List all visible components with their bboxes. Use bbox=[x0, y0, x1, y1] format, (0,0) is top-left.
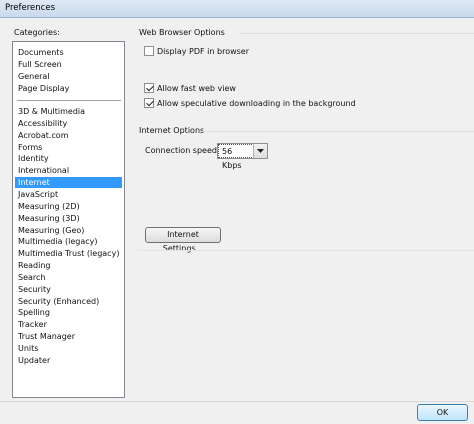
footer-divider bbox=[0, 401, 474, 402]
category-item[interactable]: Spelling bbox=[15, 307, 122, 318]
categories-separator bbox=[17, 100, 121, 101]
fast-web-view-checkbox[interactable] bbox=[144, 83, 154, 93]
speculative-download-option[interactable]: Allow speculative downloading in the bac… bbox=[144, 98, 356, 108]
category-item[interactable]: Search bbox=[15, 272, 122, 283]
fast-web-view-option[interactable]: Allow fast web view bbox=[144, 83, 236, 93]
speculative-download-checkbox[interactable] bbox=[144, 98, 154, 108]
internet-options-divider bbox=[201, 131, 474, 132]
connection-speed-select[interactable]: 56 Kbps bbox=[217, 143, 268, 170]
web-browser-options-divider bbox=[240, 33, 474, 34]
display-pdf-in-browser-option[interactable]: Display PDF in browser bbox=[144, 46, 249, 56]
category-item[interactable]: Updater bbox=[15, 355, 122, 366]
ok-button[interactable]: OK bbox=[417, 404, 468, 421]
category-item[interactable]: JavaScript bbox=[15, 189, 122, 200]
category-item[interactable]: Documents bbox=[15, 47, 122, 58]
category-item[interactable]: Measuring (2D) bbox=[15, 201, 122, 212]
category-item[interactable]: Security bbox=[15, 284, 122, 295]
connection-speed-label: Connection speed: bbox=[145, 146, 220, 155]
category-item[interactable]: Security (Enhanced) bbox=[15, 296, 122, 307]
display-pdf-label: Display PDF in browser bbox=[157, 46, 250, 56]
category-item-selected[interactable]: Internet bbox=[15, 177, 122, 189]
category-item[interactable]: International bbox=[15, 165, 122, 176]
speculative-download-label: Allow speculative downloading in the bac… bbox=[157, 98, 356, 108]
title-bar[interactable]: Preferences bbox=[0, 0, 474, 18]
category-item[interactable]: Measuring (3D) bbox=[15, 213, 122, 224]
options-panel-bottom-border bbox=[138, 250, 474, 251]
category-item[interactable]: Accessibility bbox=[15, 118, 122, 129]
category-item[interactable]: Forms bbox=[15, 142, 122, 153]
category-item[interactable]: 3D & Multimedia bbox=[15, 106, 122, 117]
internet-settings-button[interactable]: Internet Settings... bbox=[145, 227, 221, 253]
category-item[interactable]: Tracker bbox=[15, 319, 122, 330]
categories-list[interactable]: Documents Full Screen General Page Display 3… bbox=[12, 41, 125, 398]
web-browser-options-title: Web Browser Options bbox=[139, 28, 225, 37]
internet-options-title: Internet Options bbox=[139, 126, 205, 135]
category-item[interactable]: Page Display bbox=[15, 83, 122, 94]
category-item[interactable]: Identity bbox=[15, 153, 122, 164]
category-item[interactable]: Acrobat.com bbox=[15, 130, 122, 141]
dropdown-arrow-button[interactable] bbox=[253, 144, 267, 158]
category-item[interactable]: Units bbox=[15, 343, 122, 354]
fast-web-view-label: Allow fast web view bbox=[157, 83, 236, 93]
category-item[interactable]: Full Screen bbox=[15, 59, 122, 70]
category-item[interactable]: Multimedia Trust (legacy) bbox=[15, 248, 122, 259]
category-item[interactable]: General bbox=[15, 71, 122, 82]
categories-label: Categories: bbox=[14, 28, 60, 37]
category-item[interactable]: Trust Manager bbox=[15, 331, 122, 342]
category-item[interactable]: Reading bbox=[15, 260, 122, 271]
category-item[interactable]: Multimedia (legacy) bbox=[15, 236, 122, 247]
connection-speed-value: 56 Kbps bbox=[218, 144, 254, 170]
display-pdf-checkbox[interactable] bbox=[144, 46, 154, 56]
window-title: Preferences bbox=[5, 3, 55, 13]
chevron-down-icon bbox=[257, 149, 264, 153]
category-item[interactable]: Measuring (Geo) bbox=[15, 225, 122, 236]
